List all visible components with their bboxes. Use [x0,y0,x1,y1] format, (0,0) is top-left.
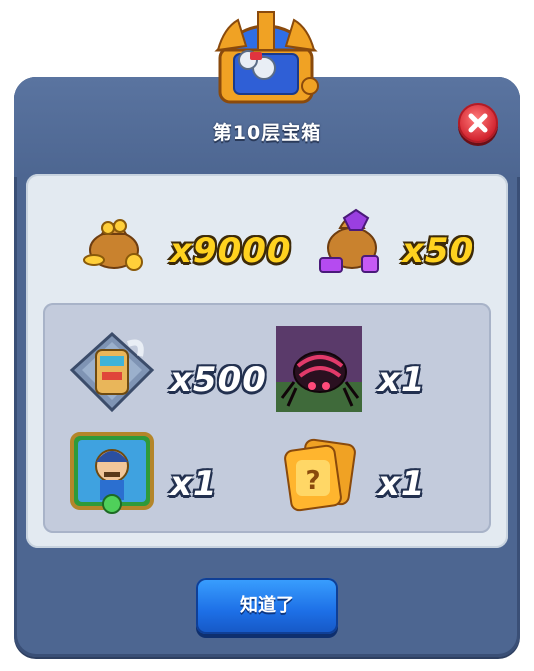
mystery-card-icon: ? [284,438,356,512]
mystery-card-quantity: x1 [378,464,426,504]
confirm-button[interactable]: 知道了 [196,578,338,634]
purple-gem-sack-icon [319,208,379,273]
gem-quantity: x50 [402,231,475,271]
spider-card-quantity: x1 [378,360,426,400]
confirm-button-label: 知道了 [240,595,294,616]
svg-text:?: ? [305,466,320,496]
spider-monster-card-icon [276,326,362,412]
close-icon [468,113,488,133]
mask-shard-quantity: x500 [170,360,267,400]
gold-coin-sack-icon [83,219,143,271]
gold-quantity: x9000 [170,231,292,271]
treasure-chest-icon [214,11,319,104]
hero-card-quantity: x1 [170,464,218,504]
hero-mask-shard-icon [69,331,155,413]
hero-portrait-card-icon [70,432,154,514]
dialog-title: 第10层宝箱 [212,122,322,144]
close-button[interactable] [458,103,498,143]
